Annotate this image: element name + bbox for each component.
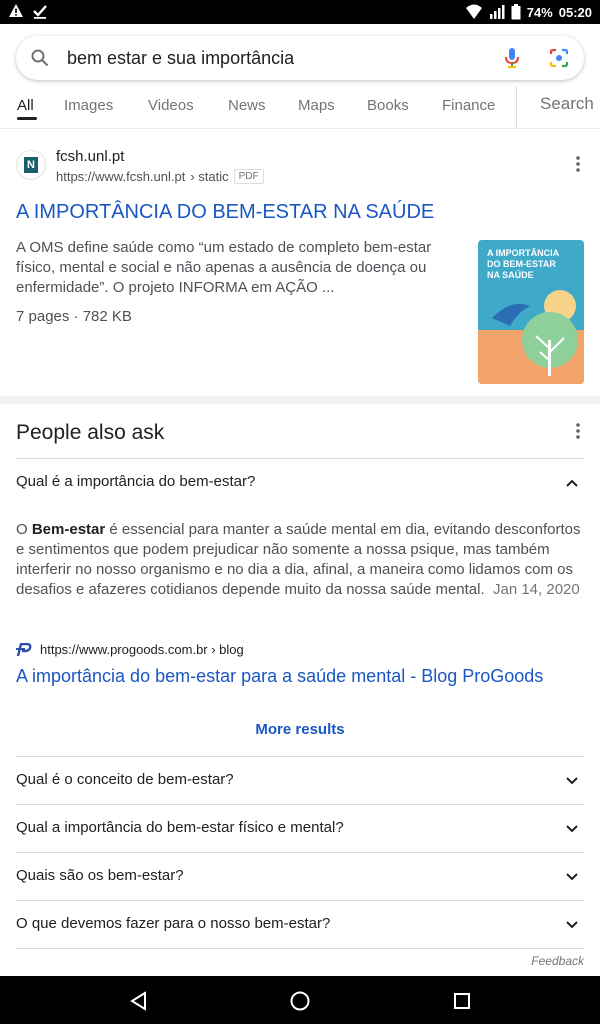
pdf-badge: PDF bbox=[233, 169, 264, 184]
chevron-up-icon[interactable] bbox=[564, 475, 580, 491]
divider bbox=[16, 948, 584, 949]
people-also-ask-title: People also ask bbox=[16, 421, 165, 444]
divider bbox=[16, 458, 584, 459]
divider bbox=[16, 852, 584, 853]
question-text[interactable]: Qual é o conceito de bem-estar? bbox=[16, 771, 234, 788]
question-text[interactable]: O que devemos fazer para o nosso bem-est… bbox=[16, 915, 330, 932]
answer-source: https://www.progoods.com.br › blog bbox=[16, 642, 244, 657]
tab-videos[interactable]: Videos bbox=[148, 97, 194, 114]
search-input[interactable]: bem estar e sua importância bbox=[67, 48, 294, 69]
navigation-bar bbox=[0, 976, 600, 1024]
tab-search[interactable]: Search bbox=[540, 94, 594, 114]
result-url-path: › static bbox=[190, 169, 229, 184]
progoods-favicon-icon bbox=[16, 642, 32, 656]
result-thumbnail[interactable]: A IMPORTÂNCIA DO BEM-ESTAR NA SAÚDE bbox=[478, 240, 584, 384]
back-icon[interactable] bbox=[129, 991, 149, 1011]
search-box[interactable]: bem estar e sua importância bbox=[16, 36, 584, 80]
active-tab-indicator bbox=[17, 117, 37, 120]
question-text[interactable]: Quais são os bem-estar? bbox=[16, 867, 184, 884]
chevron-down-icon[interactable] bbox=[564, 773, 580, 789]
status-bar: 74% 05:20 bbox=[0, 0, 600, 24]
home-icon[interactable] bbox=[289, 990, 311, 1012]
result-meta: 7 pages · 782 KB bbox=[16, 308, 132, 325]
wifi-icon bbox=[465, 4, 482, 19]
result-url: https://www.fcsh.unl.pt › static PDF bbox=[56, 169, 264, 184]
more-options-icon[interactable] bbox=[568, 154, 588, 174]
chevron-down-icon[interactable] bbox=[564, 821, 580, 837]
question-text[interactable]: Qual é a importância do bem-estar? bbox=[16, 473, 255, 490]
thumbnail-line-2: DO BEM-ESTAR bbox=[487, 259, 556, 269]
divider bbox=[16, 900, 584, 901]
result-title[interactable]: A IMPORTÂNCIA DO BEM-ESTAR NA SAÚDE bbox=[16, 201, 434, 224]
chevron-down-icon[interactable] bbox=[564, 869, 580, 885]
paa-more-options-icon[interactable] bbox=[568, 421, 588, 441]
thumbnail-line-3: NA SAÚDE bbox=[487, 269, 534, 280]
tab-news[interactable]: News bbox=[228, 97, 266, 114]
microphone-icon[interactable] bbox=[504, 47, 520, 69]
result-url-domain: https://www.fcsh.unl.pt bbox=[56, 169, 186, 184]
answer-source-link[interactable]: A importância do bem-estar para a saúde … bbox=[16, 666, 543, 687]
feedback-link[interactable]: Feedback bbox=[531, 954, 584, 968]
tab-finance[interactable]: Finance bbox=[442, 97, 495, 114]
tab-maps[interactable]: Maps bbox=[298, 97, 335, 114]
thumbnail-line-1: A IMPORTÂNCIA bbox=[487, 247, 560, 258]
question-text[interactable]: Qual a importância do bem-estar físico e… bbox=[16, 819, 344, 836]
more-results-button[interactable]: More results bbox=[0, 721, 600, 738]
answer-prefix: O bbox=[16, 521, 32, 538]
divider bbox=[16, 756, 584, 757]
divider bbox=[16, 804, 584, 805]
tab-books[interactable]: Books bbox=[367, 97, 409, 114]
tab-images[interactable]: Images bbox=[64, 97, 113, 114]
section-separator bbox=[0, 396, 600, 404]
favicon-letter: N bbox=[24, 157, 38, 173]
site-favicon: N bbox=[16, 150, 46, 180]
answer-source-url: https://www.progoods.com.br › blog bbox=[40, 642, 244, 657]
recents-icon[interactable] bbox=[453, 992, 471, 1010]
tab-divider bbox=[516, 86, 517, 128]
lens-camera-icon[interactable] bbox=[549, 48, 569, 68]
download-done-icon bbox=[33, 5, 47, 19]
alert-icon bbox=[9, 4, 23, 17]
search-icon bbox=[31, 49, 49, 67]
answer-bold: Bem-estar bbox=[31, 521, 106, 538]
battery-percent: 74% bbox=[526, 4, 553, 20]
search-tabs: All Images Videos News Maps Books Financ… bbox=[0, 86, 600, 129]
answer-date: Jan 14, 2020 bbox=[492, 581, 580, 598]
tab-all[interactable]: All bbox=[17, 97, 34, 114]
paa-answer: O Bem-estar é essencial para manter a sa… bbox=[16, 520, 588, 600]
result-snippet: A OMS define saúde como “um estado de co… bbox=[16, 239, 432, 296]
clock: 05:20 bbox=[558, 4, 592, 20]
battery-icon bbox=[511, 4, 521, 20]
search-result: N fcsh.unl.pt https://www.fcsh.unl.pt › … bbox=[0, 130, 600, 395]
chevron-down-icon[interactable] bbox=[564, 917, 580, 933]
site-name[interactable]: fcsh.unl.pt bbox=[56, 148, 124, 165]
signal-icon bbox=[489, 5, 505, 19]
